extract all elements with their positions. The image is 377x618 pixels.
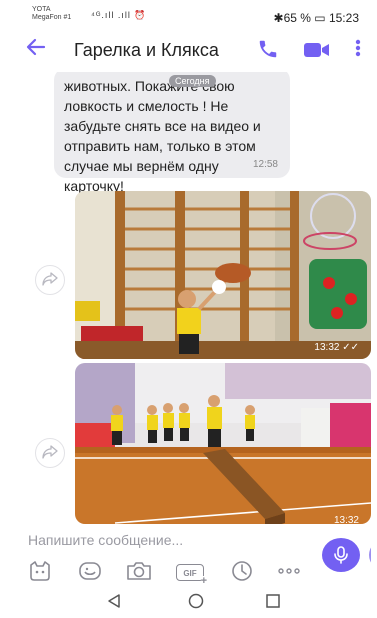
- chat-header: Гарелка и Клякса: [6, 32, 371, 72]
- battery-and-time: ✱65 % ▭ 15:23: [273, 11, 359, 25]
- message-composer: Напишите сообщение... GIF +: [6, 524, 371, 588]
- forward-button[interactable]: [35, 265, 65, 295]
- message-time: 12:58: [252, 159, 278, 170]
- arrow-back-icon[interactable]: [26, 37, 46, 62]
- gif-icon[interactable]: GIF +: [176, 564, 207, 587]
- more-horizontal-icon[interactable]: [276, 560, 302, 582]
- carrier-name-2: MegaFon #1: [32, 14, 72, 21]
- phone-icon[interactable]: [257, 38, 279, 60]
- photo-time: 13:32: [333, 515, 359, 524]
- forward-button[interactable]: [35, 438, 65, 468]
- gif-label: GIF: [183, 569, 197, 578]
- phone-screen: YOTA MegaFon #1 ⁴ᴳ.ıll .ıll ⏰ ✱65 % ▭ 15…: [6, 0, 371, 618]
- carrier-name-1: YOTA: [32, 6, 51, 13]
- video-call-icon[interactable]: [304, 42, 329, 58]
- double-check-icon: ✓✓: [342, 342, 359, 353]
- sticker-icon[interactable]: [28, 560, 52, 582]
- forward-icon: [42, 445, 58, 459]
- forward-icon: [42, 272, 58, 286]
- photo-message-gym-balance[interactable]: 13:32: [75, 363, 371, 524]
- gif-plus: +: [200, 575, 207, 587]
- date-separator: Сегодня: [169, 75, 216, 87]
- home-circle-icon[interactable]: [188, 593, 204, 614]
- photo-time: 13:32 ✓✓: [314, 342, 359, 353]
- photo-time-value: 13:32: [314, 342, 340, 353]
- emoji-icon[interactable]: [78, 560, 102, 582]
- system-nav-bar: [6, 588, 371, 618]
- signal-indicators: ⁴ᴳ.ıll .ıll ⏰: [91, 10, 147, 20]
- secondary-action-button[interactable]: [369, 540, 371, 570]
- message-list[interactable]: животных. Покажите свою ловкость и смело…: [6, 72, 371, 524]
- message-input[interactable]: Напишите сообщение...: [28, 532, 318, 548]
- message-text: животных. Покажите свою ловкость и смело…: [64, 78, 261, 194]
- chat-title[interactable]: Гарелка и Клякса: [74, 40, 219, 61]
- gym-climbing-photo: [75, 191, 371, 359]
- back-triangle-icon[interactable]: [106, 593, 122, 614]
- text-message-bubble[interactable]: животных. Покажите свою ловкость и смело…: [54, 72, 290, 194]
- clock-icon[interactable]: [230, 560, 254, 582]
- microphone-icon: [334, 546, 348, 564]
- more-vertical-icon[interactable]: [355, 38, 361, 58]
- camera-icon[interactable]: [126, 560, 152, 582]
- carrier-info: YOTA MegaFon #1: [32, 6, 71, 22]
- gym-balance-photo: [75, 363, 371, 524]
- status-bar: YOTA MegaFon #1 ⁴ᴳ.ıll .ıll ⏰ ✱65 % ▭ 15…: [6, 0, 371, 30]
- send-voice-button[interactable]: [322, 538, 360, 572]
- recents-square-icon[interactable]: [265, 593, 281, 614]
- photo-message-gym-climbing[interactable]: 13:32 ✓✓: [75, 191, 371, 359]
